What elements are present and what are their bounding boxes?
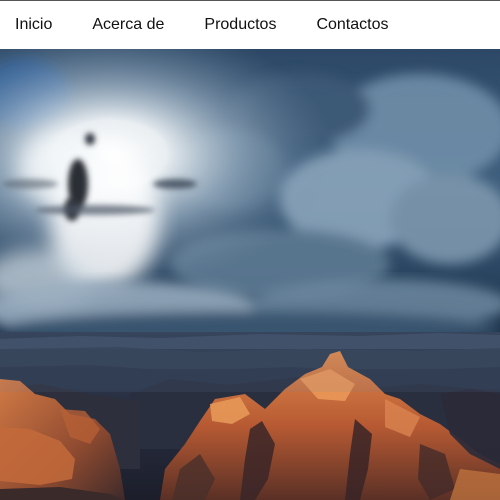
- nav-link-contactos[interactable]: Contactos: [316, 17, 388, 33]
- main-navbar: Inicio Acerca de Productos Contactos: [0, 1, 500, 49]
- nav-link-inicio[interactable]: Inicio: [15, 17, 52, 33]
- nav-link-acerca-de[interactable]: Acerca de: [92, 17, 164, 33]
- hero-image: [0, 49, 500, 500]
- nav-link-productos[interactable]: Productos: [204, 17, 276, 33]
- hero-banner: [0, 49, 500, 500]
